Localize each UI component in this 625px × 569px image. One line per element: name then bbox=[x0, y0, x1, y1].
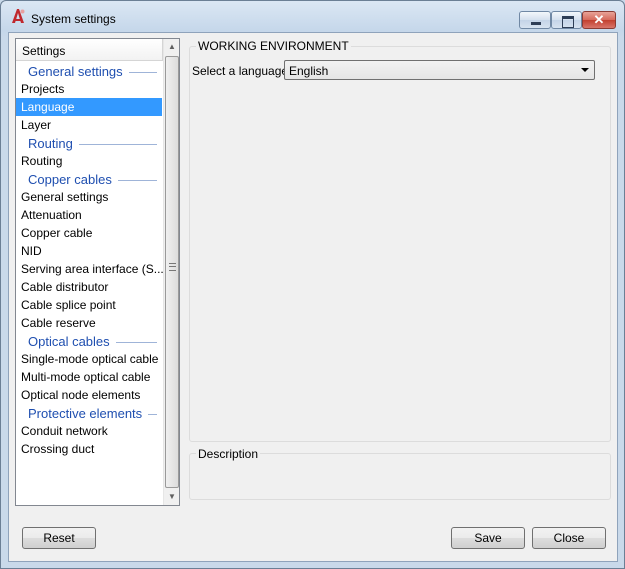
nav-item[interactable]: Copper cable bbox=[16, 224, 163, 242]
nav-group-label: Optical cables bbox=[28, 334, 116, 349]
nav-item[interactable]: Crossing duct bbox=[16, 440, 163, 458]
nav-group-label: Copper cables bbox=[28, 172, 118, 187]
scroll-up-arrow-icon[interactable]: ▲ bbox=[164, 39, 180, 55]
working-environment-group bbox=[189, 46, 611, 442]
nav-item[interactable]: Language bbox=[16, 98, 162, 116]
nav-item[interactable]: Cable splice point bbox=[16, 296, 163, 314]
nav-item[interactable]: Attenuation bbox=[16, 206, 163, 224]
nav-item[interactable]: NID bbox=[16, 242, 163, 260]
nav-item[interactable]: Cable distributor bbox=[16, 278, 163, 296]
settings-scrollbar[interactable]: ▲ ▼ bbox=[163, 39, 179, 505]
chevron-down-icon bbox=[581, 68, 589, 72]
autocad-a-icon bbox=[12, 9, 25, 23]
description-title: Description bbox=[196, 447, 261, 461]
language-label: Select a language bbox=[192, 64, 289, 78]
nav-item[interactable]: Routing bbox=[16, 152, 163, 170]
close-window-button[interactable]: ✕ bbox=[582, 11, 616, 29]
window-title: System settings bbox=[31, 12, 116, 26]
grip-icon bbox=[169, 263, 176, 271]
close-icon: ✕ bbox=[593, 12, 605, 27]
nav-group-header: Routing bbox=[16, 134, 163, 152]
nav-item[interactable]: Cable reserve bbox=[16, 314, 163, 332]
reset-button[interactable]: Reset bbox=[22, 527, 96, 549]
save-button[interactable]: Save bbox=[451, 527, 525, 549]
nav-group-label: Routing bbox=[28, 136, 79, 151]
nav-group-label: General settings bbox=[28, 64, 129, 79]
scroll-thumb[interactable] bbox=[165, 56, 179, 488]
settings-tree-header[interactable]: Settings bbox=[16, 39, 163, 61]
nav-item[interactable]: Multi-mode optical cable bbox=[16, 368, 163, 386]
nav-item[interactable]: Optical node elements bbox=[16, 386, 163, 404]
language-value: English bbox=[289, 64, 329, 78]
scroll-down-arrow-icon[interactable]: ▼ bbox=[164, 489, 180, 505]
settings-list: General settings Projects Language Layer Rou… bbox=[16, 62, 163, 458]
nav-item[interactable]: Projects bbox=[16, 80, 163, 98]
settings-tree: Settings General settings Projects Languag… bbox=[15, 38, 180, 506]
nav-group-label: Protective elements bbox=[28, 406, 149, 421]
working-environment-title: WORKING ENVIRONMENT bbox=[196, 39, 351, 53]
nav-group-header: Protective elements bbox=[16, 404, 163, 422]
title-bar[interactable]: System settings ✕ bbox=[1, 1, 624, 35]
language-dropdown[interactable]: English bbox=[284, 60, 595, 80]
nav-item[interactable]: Single-mode optical cable bbox=[16, 350, 163, 368]
nav-item[interactable]: General settings bbox=[16, 188, 163, 206]
nav-group-header: Copper cables bbox=[16, 170, 163, 188]
nav-group-header: Optical cables bbox=[16, 332, 163, 350]
system-settings-window: System settings ✕ Settings General setti… bbox=[0, 0, 625, 569]
nav-item[interactable]: Layer bbox=[16, 116, 163, 134]
nav-item[interactable]: Conduit network bbox=[16, 422, 163, 440]
nav-item[interactable]: Serving area interface (S... bbox=[16, 260, 163, 278]
settings-header-label: Settings bbox=[22, 44, 66, 58]
maximize-button[interactable] bbox=[551, 11, 582, 29]
dialog-client-area: Settings General settings Projects Languag… bbox=[8, 32, 618, 562]
close-button[interactable]: Close bbox=[532, 527, 606, 549]
nav-group-header: General settings bbox=[16, 62, 163, 80]
minimize-button[interactable] bbox=[519, 11, 551, 29]
